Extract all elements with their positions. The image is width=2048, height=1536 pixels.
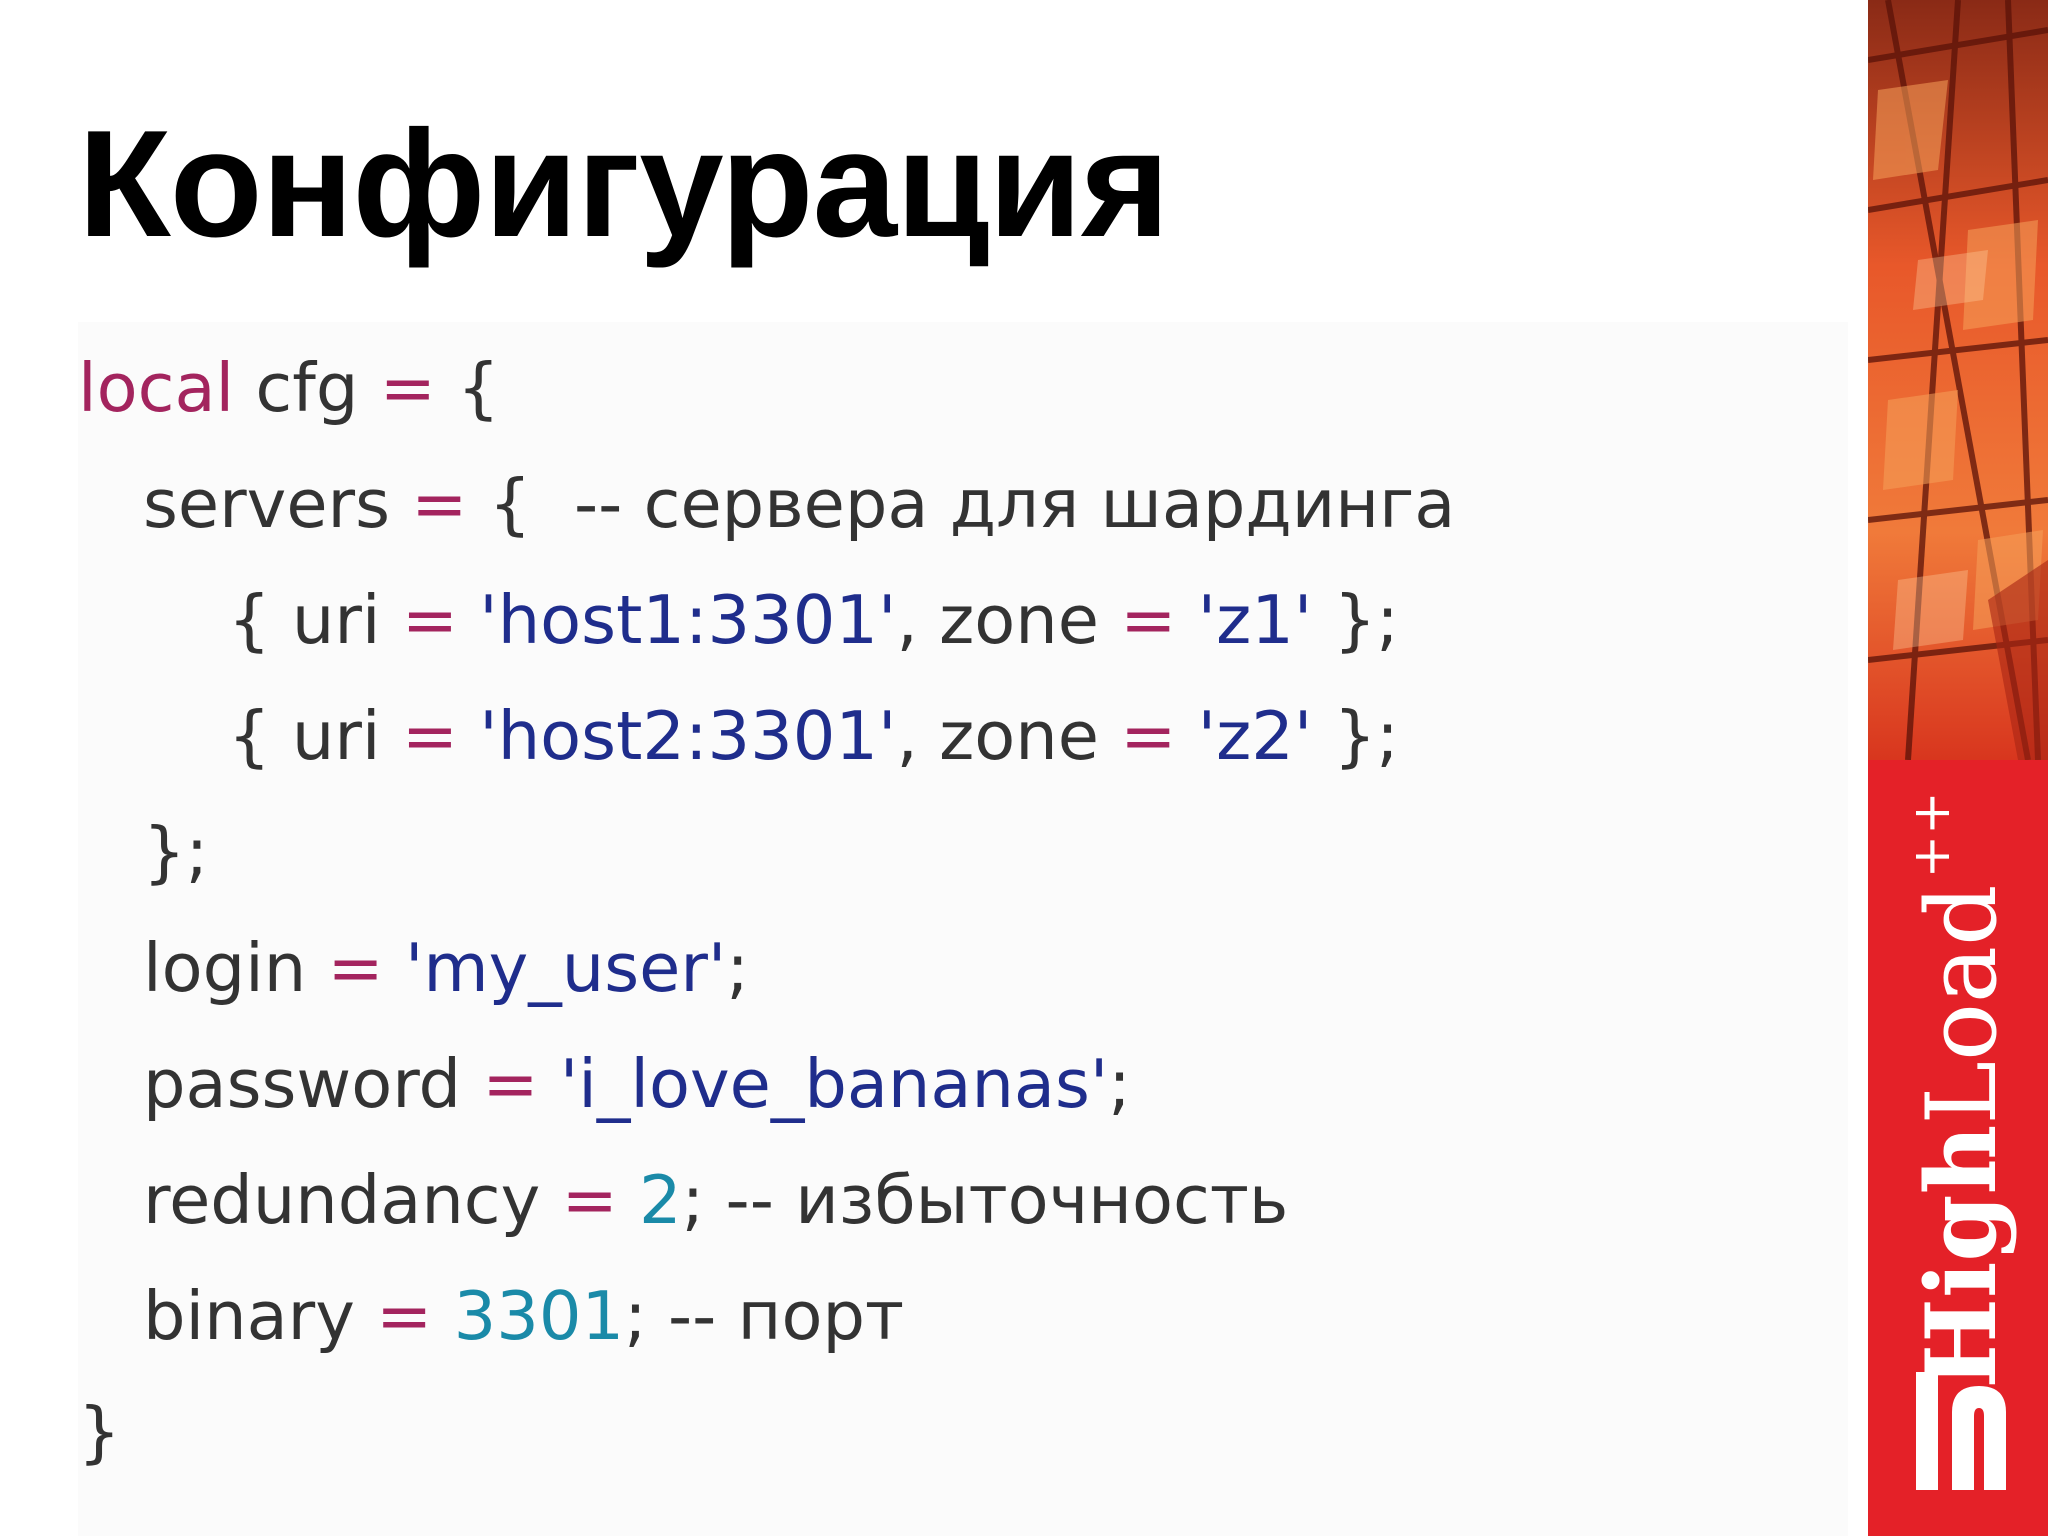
code-line-3: { uri = 'host1:3301', zone = 'z1' }; (228, 587, 1399, 654)
operator-equals: = (379, 349, 436, 427)
string-literal: 'host1:3301' (458, 581, 897, 659)
identifier-password: password (143, 1045, 483, 1123)
code-line-10: } (78, 1399, 121, 1466)
code-text: }; (1312, 581, 1399, 659)
logo-load: Load (1906, 884, 2018, 1125)
string-literal: 'my_user' (383, 929, 727, 1007)
code-line-5: }; (143, 819, 208, 886)
code-line-4: { uri = 'host2:3301', zone = 'z2' }; (228, 703, 1399, 770)
code-line-8: redundancy = 2; -- избыточность (143, 1167, 1288, 1234)
string-literal: 'host2:3301' (458, 697, 897, 775)
decorative-geometric-art (1868, 0, 2048, 760)
operator-equals: = (401, 581, 458, 659)
identifier-login: login (143, 929, 328, 1007)
operator-equals: = (482, 1045, 539, 1123)
operator-equals: = (1120, 581, 1177, 659)
code-text: , zone (896, 581, 1121, 659)
keyword-local: local (78, 349, 235, 427)
number-literal: 2 (617, 1161, 682, 1239)
operator-equals: = (561, 1161, 618, 1239)
string-literal: 'z2' (1176, 697, 1313, 775)
operator-equals: = (411, 465, 468, 543)
code-line-7: password = 'i_love_bananas'; (143, 1051, 1131, 1118)
code-text: , zone (896, 697, 1121, 775)
slide-title: Конфигурация (78, 99, 1170, 269)
code-text: } (78, 1393, 121, 1471)
highload-logo-wordmark: HighLoad++ (1902, 791, 2018, 1388)
code-text: { uri (228, 581, 402, 659)
code-comment: { -- сервера для шардинга (467, 465, 1456, 543)
number-literal: 3301 (432, 1277, 625, 1355)
identifier-redundancy: redundancy (143, 1161, 562, 1239)
code-comment: ; -- избыточность (681, 1161, 1289, 1239)
identifier-servers: servers (143, 465, 412, 543)
code-text: { uri (228, 697, 402, 775)
highload-logo-icon (1916, 1372, 2006, 1490)
code-text: }; (1312, 697, 1399, 775)
code-line-2: servers = { -- сервера для шардинга (143, 471, 1455, 538)
identifier-cfg: cfg (234, 349, 380, 427)
operator-equals: = (376, 1277, 433, 1355)
code-text: { (435, 349, 500, 427)
string-literal: 'i_love_bananas' (538, 1045, 1109, 1123)
operator-equals: = (1120, 697, 1177, 775)
string-literal: 'z1' (1176, 581, 1313, 659)
code-line-1: local cfg = { (78, 355, 500, 422)
logo-high: High (1905, 1124, 2018, 1389)
identifier-binary: binary (143, 1277, 377, 1355)
code-comment: ; -- порт (624, 1277, 905, 1355)
operator-equals: = (327, 929, 384, 1007)
code-line-9: binary = 3301; -- порт (143, 1283, 904, 1350)
operator-equals: = (401, 697, 458, 775)
code-text: }; (143, 813, 209, 891)
code-text: ; (726, 929, 749, 1007)
logo-plus: ++ (1902, 791, 1962, 879)
code-line-6: login = 'my_user'; (143, 935, 749, 1002)
brand-sidebar: HighLoad++ (1868, 0, 2048, 1536)
code-text: ; (1108, 1045, 1131, 1123)
